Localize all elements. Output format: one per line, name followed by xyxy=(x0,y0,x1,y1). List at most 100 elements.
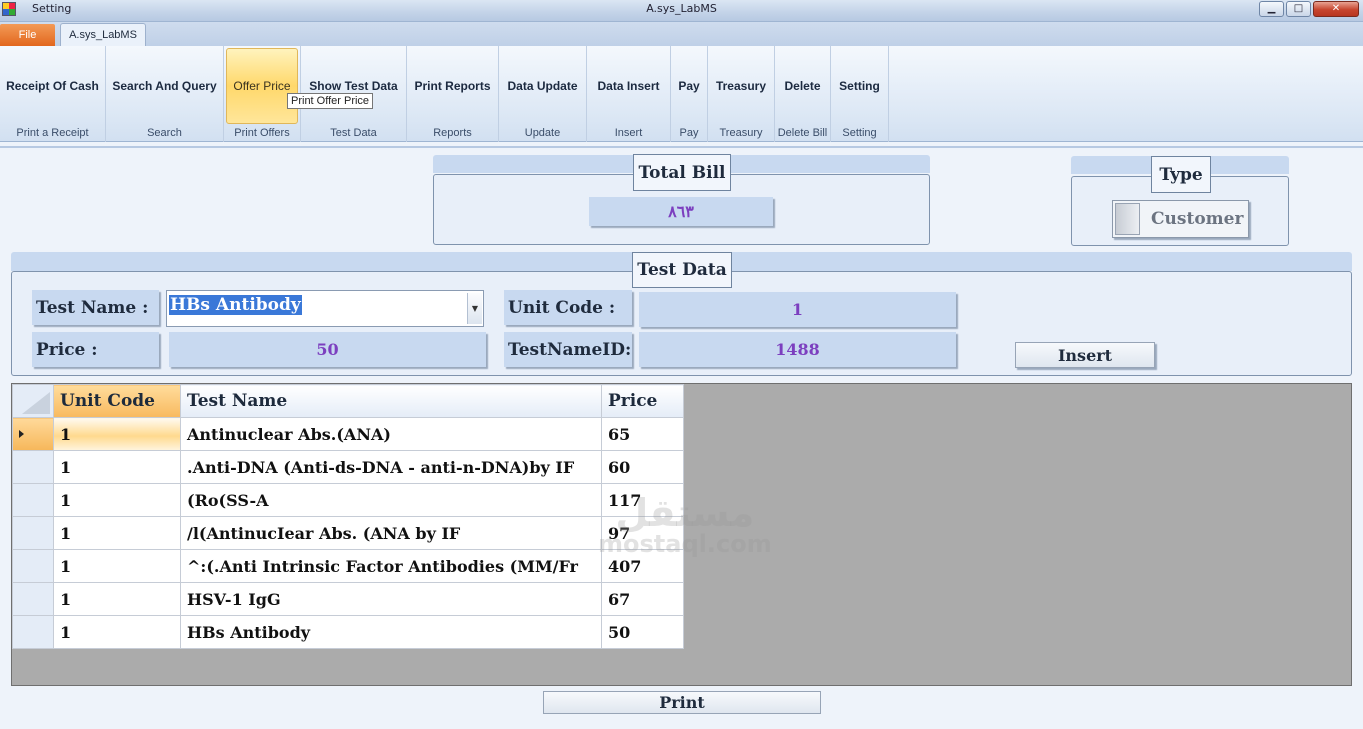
row-header[interactable] xyxy=(12,450,54,484)
show-test-data-button[interactable]: Show Test Data xyxy=(303,48,404,124)
row-header[interactable] xyxy=(12,549,54,583)
group-label: Print Offers xyxy=(234,127,290,139)
pay-button[interactable]: Pay xyxy=(673,48,705,124)
print-button[interactable]: Print xyxy=(543,691,821,714)
group-label: Reports xyxy=(433,127,472,139)
cell-unit-code[interactable]: 1 xyxy=(53,483,181,517)
row-header[interactable] xyxy=(12,615,54,649)
tab-file[interactable]: File xyxy=(0,24,55,46)
group-label: Test Data xyxy=(330,127,377,139)
test-name-id-label: TestNameID: xyxy=(504,332,632,367)
ribbon-group-receipt: Receipt Of Cash Print a Receipt xyxy=(0,46,106,142)
maximize-button[interactable]: □ xyxy=(1286,1,1311,17)
cell-unit-code[interactable]: 1 xyxy=(53,417,181,451)
row-header[interactable] xyxy=(12,483,54,517)
test-data-legend: Test Data xyxy=(632,252,732,288)
cell-price[interactable]: 97 xyxy=(601,516,684,550)
group-label: Setting xyxy=(842,127,877,139)
cell-test-name[interactable]: (Ro(SS-A xyxy=(180,483,602,517)
price-value: 50 xyxy=(169,332,486,367)
ribbon-tab-row: File A.sys_LabMS xyxy=(0,22,1363,46)
table-row[interactable]: 1 .Anti-DNA (Anti-ds-DNA - anti-n-DNA)by… xyxy=(12,450,684,484)
data-update-button[interactable]: Data Update xyxy=(501,48,584,124)
group-label: Update xyxy=(524,127,561,139)
table-row[interactable]: 1 Antinuclear Abs.(ANA) 65 xyxy=(12,417,684,451)
type-legend: Type xyxy=(1151,156,1211,193)
print-reports-button[interactable]: Print Reports xyxy=(409,48,496,124)
minimize-button[interactable]: ▁ xyxy=(1259,1,1284,17)
select-all-corner[interactable] xyxy=(12,384,54,418)
table-row[interactable]: 1 /l(AntinucIear Abs. (ANA by IF 97 xyxy=(12,516,684,550)
grid-header-row: Unit Code Test Name Price xyxy=(12,384,684,418)
cell-price[interactable]: 60 xyxy=(601,450,684,484)
group-label: Search xyxy=(147,127,182,139)
total-bill-value: ٨٦٣ xyxy=(589,197,773,226)
window-title: A.sys_LabMS xyxy=(646,2,717,15)
column-header-unit-code[interactable]: Unit Code xyxy=(53,384,181,418)
cell-test-name[interactable]: HBs Antibody xyxy=(180,615,602,649)
column-header-test-name[interactable]: Test Name xyxy=(180,384,602,418)
delete-button[interactable]: Delete xyxy=(777,48,828,124)
group-label: Insert xyxy=(614,127,643,139)
customer-label: Customer xyxy=(1151,209,1244,229)
unit-code-label: Unit Code : xyxy=(504,290,632,325)
ribbon: Receipt Of Cash Print a Receipt Search A… xyxy=(0,46,1363,142)
billing-form: Total Bill ٨٦٣ Type Customer Test Data T… xyxy=(0,146,1363,726)
row-header[interactable] xyxy=(12,582,54,616)
group-label: Pay xyxy=(679,127,699,139)
table-row[interactable]: 1 ^:(.Anti Intrinsic Factor Antibodies (… xyxy=(12,549,684,583)
cell-price[interactable]: 65 xyxy=(601,417,684,451)
ribbon-group-setting: Setting Setting xyxy=(831,46,889,142)
cell-test-name[interactable]: /l(AntinucIear Abs. (ANA by IF xyxy=(180,516,602,550)
data-insert-button[interactable]: Data Insert xyxy=(589,48,668,124)
receipt-of-cash-button[interactable]: Receipt Of Cash xyxy=(2,48,103,124)
group-label: Delete Bill xyxy=(777,127,828,139)
unit-code-value: 1 xyxy=(639,292,956,327)
chevron-down-icon[interactable]: ▼ xyxy=(467,293,482,324)
test-name-combobox[interactable]: HBs Antibody ▼ xyxy=(166,290,484,327)
test-name-selected: HBs Antibody xyxy=(169,295,302,315)
total-bill-legend: Total Bill xyxy=(633,154,731,191)
cell-unit-code[interactable]: 1 xyxy=(53,450,181,484)
cell-unit-code[interactable]: 1 xyxy=(53,615,181,649)
cell-test-name[interactable]: .Anti-DNA (Anti-ds-DNA - anti-n-DNA)by I… xyxy=(180,450,602,484)
tests-table: Unit Code Test Name Price 1 Antinuclear … xyxy=(12,384,684,649)
tests-grid[interactable]: Unit Code Test Name Price 1 Antinuclear … xyxy=(11,383,1352,686)
cell-price[interactable]: 117 xyxy=(601,483,684,517)
search-and-query-button[interactable]: Search And Query xyxy=(108,48,221,124)
tab-home[interactable]: A.sys_LabMS xyxy=(60,23,146,46)
offer-price-button[interactable]: Offer Price xyxy=(226,48,298,124)
cell-price[interactable]: 50 xyxy=(601,615,684,649)
current-row-arrow-icon xyxy=(19,430,24,438)
table-row[interactable]: 1 (Ro(SS-A 117 xyxy=(12,483,684,517)
table-row[interactable]: 1 HBs Antibody 50 xyxy=(12,615,684,649)
cell-unit-code[interactable]: 1 xyxy=(53,549,181,583)
ribbon-group-insert: Data Insert Insert xyxy=(587,46,671,142)
cell-test-name[interactable]: ^:(.Anti Intrinsic Factor Antibodies (MM… xyxy=(180,549,602,583)
treasury-button[interactable]: Treasury xyxy=(710,48,772,124)
offer-price-tooltip: Print Offer Price xyxy=(287,93,374,109)
row-header[interactable] xyxy=(12,516,54,550)
cell-unit-code[interactable]: 1 xyxy=(53,582,181,616)
setting-button[interactable]: Setting xyxy=(833,48,886,124)
price-label: Price : xyxy=(32,332,159,367)
ribbon-group-delete: Delete Delete Bill xyxy=(775,46,831,142)
close-button[interactable]: ✕ xyxy=(1313,1,1359,17)
customer-checkbox[interactable] xyxy=(1115,203,1140,235)
test-name-id-value: 1488 xyxy=(639,332,956,367)
group-label: Print a Receipt xyxy=(16,127,89,139)
test-name-label: Test Name : xyxy=(32,290,159,325)
insert-button[interactable]: Insert xyxy=(1015,342,1155,368)
cell-test-name[interactable]: HSV-1 IgG xyxy=(180,582,602,616)
cell-test-name[interactable]: Antinuclear Abs.(ANA) xyxy=(180,417,602,451)
ribbon-group-search: Search And Query Search xyxy=(106,46,224,142)
cell-unit-code[interactable]: 1 xyxy=(53,516,181,550)
cell-price[interactable]: 67 xyxy=(601,582,684,616)
customer-toggle[interactable]: Customer xyxy=(1112,200,1249,238)
table-row[interactable]: 1 HSV-1 IgG 67 xyxy=(12,582,684,616)
cell-price[interactable]: 407 xyxy=(601,549,684,583)
row-header[interactable] xyxy=(12,417,54,451)
ribbon-group-update: Data Update Update xyxy=(499,46,587,142)
column-header-price[interactable]: Price xyxy=(601,384,684,418)
ribbon-group-reports: Print Reports Reports xyxy=(407,46,499,142)
